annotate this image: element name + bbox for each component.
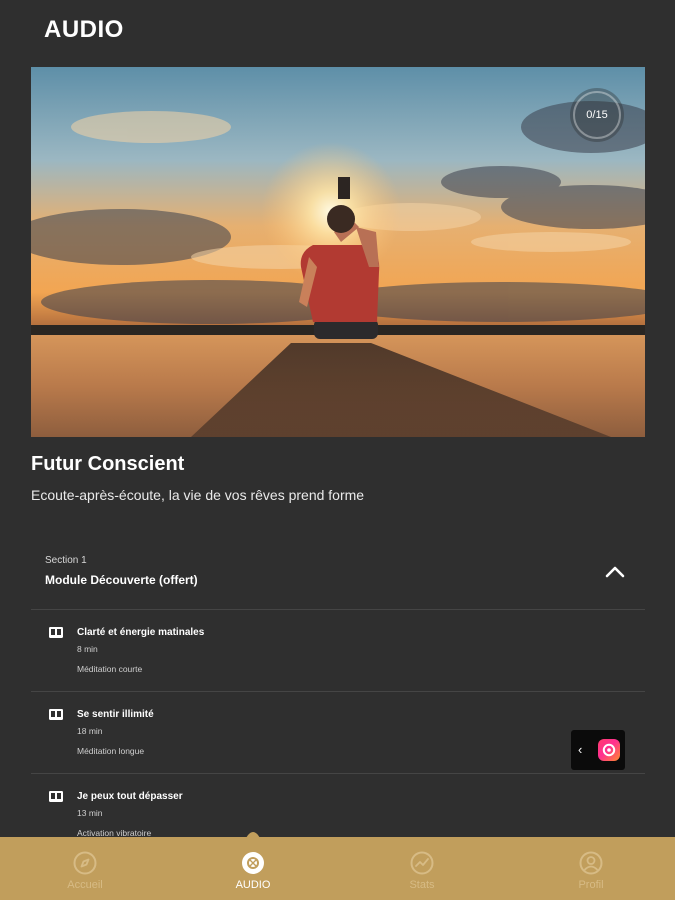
floating-assistant-widget[interactable]: ‹ [571,730,625,770]
page-title: AUDIO [44,16,124,43]
nav-item-accueil[interactable]: Accueil [35,837,135,900]
section-accordion-header[interactable]: Section 1 Module Découverte (offert) [31,540,645,610]
nav-label: AUDIO [235,879,271,891]
nav-label: Stats [409,879,435,891]
progress-label: 0/15 [586,109,608,121]
lesson-title: Se sentir illimité [77,709,154,720]
lesson-duration: 13 min [77,808,103,818]
stats-icon [410,851,434,875]
chevron-left-icon[interactable]: ‹ [578,742,582,757]
nav-item-stats[interactable]: Stats [372,837,472,900]
section-number: Section 1 [45,555,87,566]
profile-icon [579,851,603,875]
book-icon [49,791,63,802]
bottom-navigation-bar: Accueil AUDIO Stats Profil [0,837,675,900]
book-icon [49,709,63,720]
lesson-item[interactable]: Se sentir illimité 18 min Méditation lon… [31,692,645,774]
chevron-up-icon[interactable] [603,560,627,584]
lesson-title: Clarté et énergie matinales [77,627,205,638]
section-title: Module Découverte (offert) [45,573,198,587]
lesson-duration: 8 min [77,644,98,654]
program-cover-image[interactable]: 0/15 [31,67,645,437]
sunset-meditation-illustration [31,67,645,437]
lesson-type: Méditation courte [77,664,143,674]
progress-ring: 0/15 [569,87,625,143]
nav-item-profil[interactable]: Profil [541,837,641,900]
book-icon [49,627,63,638]
app-badge-icon[interactable] [598,739,620,761]
program-subtitle: Ecoute-après-écoute, la vie de vos rêves… [31,487,365,503]
nav-label: Accueil [67,879,103,891]
lesson-duration: 18 min [77,726,103,736]
program-title: Futur Conscient [31,453,185,475]
lesson-item[interactable]: Clarté et énergie matinales 8 min Médita… [31,610,645,692]
nav-label: Profil [578,879,604,891]
lesson-title: Je peux tout dépasser [77,791,183,802]
app-header: AUDIO [0,0,675,60]
nav-item-audio[interactable]: AUDIO [203,837,303,900]
compass-icon [73,851,97,875]
lesson-type: Méditation longue [77,746,145,756]
audio-icon [242,852,264,874]
